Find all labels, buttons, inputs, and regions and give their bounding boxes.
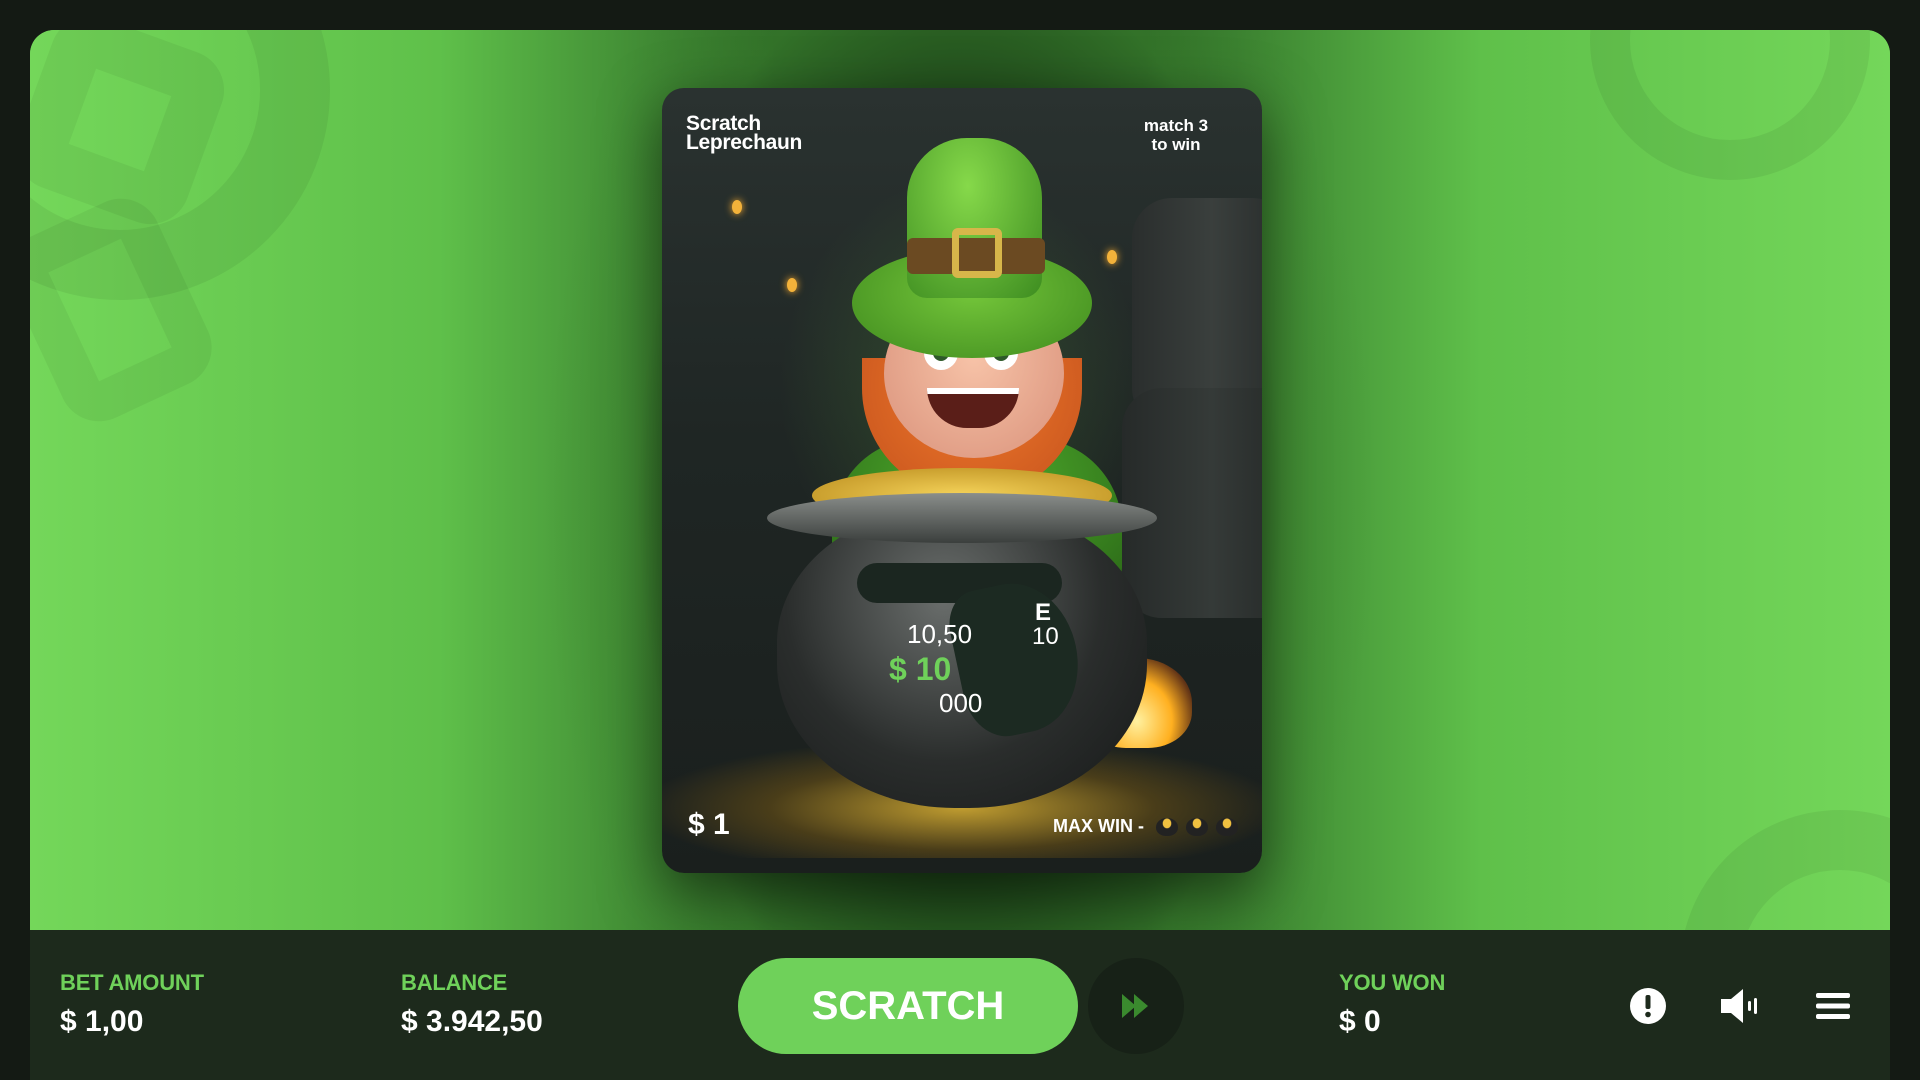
revealed-prize: $ 10: [889, 651, 952, 687]
spark-decoration: [1107, 250, 1117, 264]
revealed-prize: 10,50: [907, 619, 973, 649]
bet-amount-value: $ 1,00: [60, 1005, 144, 1038]
app-frame: Scratch Leprechaun match 3 to win 10,50 …: [30, 30, 1890, 1080]
revealed-prize: 10: [1032, 623, 1059, 650]
card-title-line: Leprechaun: [686, 131, 803, 154]
card-price: $ 1: [688, 808, 730, 841]
exclamation-circle-icon: [1630, 988, 1666, 1024]
menu-button[interactable]: [1807, 980, 1859, 1032]
fast-forward-icon: [1122, 994, 1148, 1018]
speaker-icon: [1721, 989, 1757, 1023]
balance-label: BALANCE: [401, 970, 508, 995]
leprechaun-hat-buckle: [952, 228, 1002, 278]
background-decoration: [1680, 810, 1890, 930]
sound-button[interactable]: [1714, 980, 1766, 1032]
bottom-control-bar: BET AMOUNT $ 1,00 BALANCE $ 3.942,50 SCR…: [30, 930, 1890, 1080]
spark-decoration: [732, 200, 742, 214]
max-win: MAX WIN -: [1053, 816, 1238, 837]
pot-icon: [1156, 817, 1178, 836]
spark-decoration: [787, 278, 797, 292]
turbo-button[interactable]: [1088, 958, 1184, 1054]
revealed-prize: 000: [939, 688, 983, 718]
card-tagline-line: to win: [1151, 135, 1201, 154]
background-decoration: [1590, 30, 1870, 180]
scratch-card[interactable]: Scratch Leprechaun match 3 to win 10,50 …: [662, 88, 1262, 873]
card-tagline-line: match 3: [1143, 116, 1209, 135]
you-won-label: YOU WON: [1339, 970, 1446, 995]
pot-icon: [1186, 817, 1208, 836]
scratch-reveal-area[interactable]: 10,50 $ 10 000 E 10: [857, 563, 1127, 744]
hamburger-menu-icon: [1816, 993, 1850, 1019]
barrel-illustration: [1122, 388, 1262, 618]
balance-value: $ 3.942,50: [401, 1005, 543, 1038]
card-title: Scratch Leprechaun: [686, 113, 886, 154]
pot-icon: [1216, 817, 1238, 836]
info-button[interactable]: [1622, 980, 1674, 1032]
game-area: Scratch Leprechaun match 3 to win 10,50 …: [30, 30, 1890, 930]
card-tagline: match 3 to win: [1116, 116, 1236, 154]
max-win-label: MAX WIN -: [1053, 816, 1144, 836]
you-won-value: $ 0: [1339, 1005, 1381, 1038]
scratch-button[interactable]: SCRATCH: [738, 958, 1078, 1054]
cauldron-rim: [767, 493, 1157, 543]
bet-amount-label: BET AMOUNT: [60, 970, 204, 995]
